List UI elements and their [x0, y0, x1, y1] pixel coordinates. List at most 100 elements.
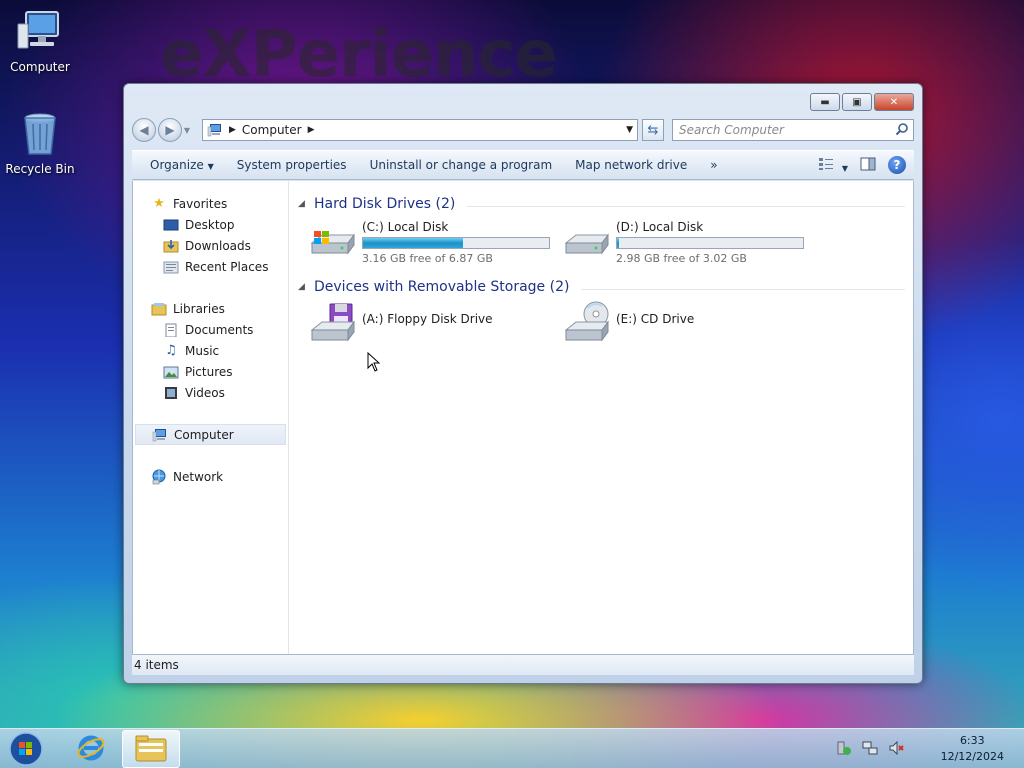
- address-bar[interactable]: ▶ Computer ▶ ▼: [202, 119, 638, 141]
- forward-button[interactable]: ▶: [158, 118, 182, 142]
- explorer-window: ▬ ▣ ✕ ◀ ▶ ▼ ▶ Computer ▶ ▼ ⇆ Organize ▼ …: [123, 83, 923, 684]
- group-header-removable-storage[interactable]: ◢ Devices with Removable Storage (2): [298, 276, 905, 298]
- drive-free-space: 3.16 GB free of 6.87 GB: [362, 252, 493, 265]
- search-input[interactable]: [679, 123, 895, 137]
- documents-icon: [163, 322, 179, 338]
- nav-item-videos[interactable]: Videos: [133, 382, 288, 403]
- group-title: Hard Disk Drives (2): [314, 196, 456, 212]
- drive-usage-fill: [617, 238, 620, 248]
- maximize-button[interactable]: ▣: [842, 93, 872, 111]
- drive-free-space: 2.98 GB free of 3.02 GB: [616, 252, 747, 265]
- address-dropdown[interactable]: ▼: [626, 125, 633, 135]
- nav-item-label: Recent Places: [185, 259, 269, 274]
- more-commands-button[interactable]: »: [702, 158, 732, 172]
- star-icon: ★: [153, 196, 165, 211]
- uninstall-program-button[interactable]: Uninstall or change a program: [362, 158, 568, 172]
- action-center-icon[interactable]: [836, 740, 852, 759]
- nav-item-label: Downloads: [185, 238, 251, 253]
- nav-item-label: Favorites: [173, 196, 228, 211]
- search-box: [672, 119, 914, 141]
- system-properties-button[interactable]: System properties: [229, 158, 362, 172]
- mouse-cursor-icon: [367, 351, 381, 375]
- internet-explorer-icon: [76, 733, 106, 766]
- desktop-icon-recycle-bin[interactable]: Recycle Bin: [0, 110, 80, 176]
- organize-label: Organize: [150, 158, 204, 172]
- search-icon[interactable]: [895, 122, 909, 139]
- nav-item-pictures[interactable]: Pictures: [133, 361, 288, 382]
- drive-tile-d[interactable]: (D:) Local Disk 2.98 GB free of 3.02 GB: [562, 215, 816, 276]
- forward-arrow-icon: ▶: [165, 123, 175, 137]
- taskbar-internet-explorer[interactable]: [62, 730, 120, 768]
- drive-name: (D:) Local Disk: [616, 220, 704, 234]
- back-button[interactable]: ◀: [132, 118, 156, 142]
- navigation-pane: ★ Favorites Desktop Downloads Recent Pla…: [133, 181, 289, 654]
- clock-date: 12/12/2024: [940, 750, 1004, 763]
- collapse-triangle-icon[interactable]: ◢: [298, 199, 308, 209]
- chevron-down-icon: ▼: [841, 163, 848, 173]
- volume-muted-icon[interactable]: [888, 740, 904, 759]
- preview-pane-icon: [860, 157, 876, 174]
- network-status-icon[interactable]: [862, 740, 878, 759]
- recent-places-icon: [163, 259, 179, 275]
- system-tray: [836, 740, 904, 759]
- navigation-bar: ◀ ▶ ▼ ▶ Computer ▶ ▼ ⇆: [132, 118, 914, 142]
- back-arrow-icon: ◀: [139, 123, 149, 137]
- drive-name: (C:) Local Disk: [362, 220, 449, 234]
- computer-icon: [207, 122, 223, 138]
- recent-pages-dropdown[interactable]: ▼: [182, 126, 192, 135]
- minimize-button[interactable]: ▬: [810, 93, 840, 111]
- hard-disk-drive-list: (C:) Local Disk 3.16 GB free of 6.87 GB: [298, 215, 905, 276]
- nav-item-recent-places[interactable]: Recent Places: [133, 256, 288, 277]
- drive-tile-c[interactable]: (C:) Local Disk 3.16 GB free of 6.87 GB: [308, 215, 562, 276]
- maximize-icon: ▣: [852, 96, 862, 108]
- cd-drive-icon: [562, 300, 610, 348]
- nav-item-documents[interactable]: Documents: [133, 319, 288, 340]
- nav-item-label: Network: [173, 469, 224, 484]
- organize-button[interactable]: Organize ▼: [142, 158, 229, 172]
- preview-pane-button[interactable]: [860, 157, 876, 174]
- nav-item-downloads[interactable]: Downloads: [133, 235, 288, 256]
- item-count: 4 items: [134, 658, 179, 672]
- breadcrumb-separator[interactable]: ▶: [308, 125, 315, 135]
- desktop-icon: [163, 217, 179, 233]
- removable-drive-list: (A:) Floppy Disk Drive (E:) CD Drive: [298, 298, 905, 359]
- computer-icon: [16, 8, 64, 56]
- explorer-body: ★ Favorites Desktop Downloads Recent Pla…: [132, 181, 914, 655]
- group-title: Devices with Removable Storage (2): [314, 279, 570, 295]
- status-bar: 4 items: [132, 655, 914, 675]
- clock[interactable]: 6:33 12/12/2024: [941, 733, 1004, 765]
- breadcrumb-computer[interactable]: Computer: [242, 123, 302, 137]
- recycle-bin-icon: [16, 110, 64, 158]
- nav-item-label: Videos: [185, 385, 225, 400]
- pictures-icon: [163, 364, 179, 380]
- caption-buttons: ▬ ▣ ✕: [810, 93, 914, 111]
- drive-name: (A:) Floppy Disk Drive: [362, 312, 493, 326]
- map-network-drive-button[interactable]: Map network drive: [567, 158, 702, 172]
- breadcrumb-separator[interactable]: ▶: [229, 125, 236, 135]
- start-button[interactable]: [6, 730, 46, 768]
- nav-item-label: Music: [185, 343, 220, 358]
- nav-item-music[interactable]: ♫ Music: [133, 340, 288, 361]
- libraries-icon: [151, 301, 167, 317]
- close-button[interactable]: ✕: [874, 93, 914, 111]
- command-bar: Organize ▼ System properties Uninstall o…: [132, 150, 914, 180]
- taskbar-windows-explorer[interactable]: [122, 730, 180, 768]
- nav-item-libraries[interactable]: Libraries: [133, 298, 288, 319]
- refresh-button[interactable]: ⇆: [642, 119, 664, 141]
- group-header-hard-disk-drives[interactable]: ◢ Hard Disk Drives (2): [298, 193, 905, 215]
- nav-item-network[interactable]: Network: [133, 466, 288, 487]
- nav-item-computer[interactable]: Computer: [135, 424, 286, 445]
- drive-tile-e[interactable]: (E:) CD Drive: [562, 298, 816, 359]
- close-icon: ✕: [889, 96, 899, 108]
- collapse-triangle-icon[interactable]: ◢: [298, 282, 308, 292]
- computer-icon: [152, 427, 168, 443]
- nav-item-desktop[interactable]: Desktop: [133, 214, 288, 235]
- taskbar: 6:33 12/12/2024: [0, 728, 1024, 768]
- nav-item-favorites[interactable]: ★ Favorites: [133, 193, 288, 214]
- nav-item-label: Libraries: [173, 301, 225, 316]
- desktop-icon-label: Recycle Bin: [5, 162, 75, 176]
- desktop-icon-computer[interactable]: Computer: [0, 8, 80, 74]
- drive-tile-a[interactable]: (A:) Floppy Disk Drive: [308, 298, 562, 359]
- help-icon[interactable]: ?: [888, 156, 906, 174]
- change-view-button[interactable]: ▼: [818, 157, 848, 174]
